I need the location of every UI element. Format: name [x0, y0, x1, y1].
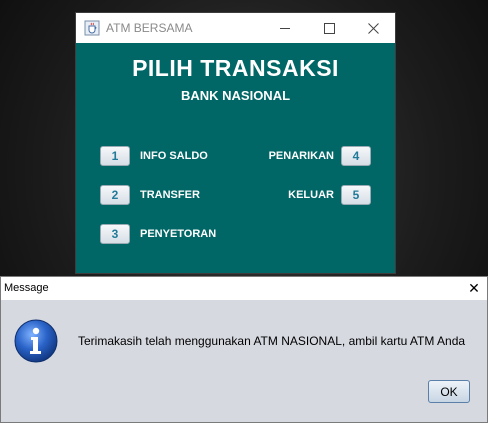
dialog-title: Message: [4, 282, 49, 294]
atm-titlebar[interactable]: ATM BERSAMA: [76, 13, 395, 43]
close-icon: ✕: [468, 280, 480, 296]
option-3-label: PENYETORAN: [140, 228, 217, 240]
ok-button[interactable]: OK: [428, 380, 470, 403]
option-1-button[interactable]: 1: [100, 146, 130, 166]
dialog-titlebar[interactable]: Message ✕: [1, 277, 487, 300]
close-button[interactable]: [351, 13, 395, 43]
maximize-button[interactable]: [307, 13, 351, 43]
message-dialog: Message ✕ Terimakasih telah menggunakan …: [0, 276, 488, 423]
page-title: PILIH TRANSAKSI: [132, 55, 339, 81]
option-5-button[interactable]: 5: [341, 185, 371, 205]
bank-name: BANK NASIONAL: [180, 88, 291, 103]
dialog-close-button[interactable]: ✕: [463, 277, 485, 300]
atm-window: ATM BERSAMA PILIH TRANSAKSI BANK NASIONA…: [75, 12, 396, 274]
java-cup-icon: [84, 20, 100, 36]
info-icon: [13, 318, 59, 364]
option-1-label: INFO SALDO: [140, 150, 208, 162]
option-4-button[interactable]: 4: [341, 146, 371, 166]
atm-content: PILIH TRANSAKSI BANK NASIONAL 1 INFO SAL…: [76, 43, 395, 273]
option-2-button[interactable]: 2: [100, 185, 130, 205]
option-2-label: TRANSFER: [140, 189, 200, 201]
maximize-icon: [323, 22, 335, 34]
close-icon: [367, 22, 379, 34]
option-3-button[interactable]: 3: [100, 224, 130, 244]
dialog-message: Terimakasih telah menggunakan ATM NASION…: [78, 334, 466, 348]
minimize-button[interactable]: [263, 13, 307, 43]
window-title: ATM BERSAMA: [106, 21, 193, 35]
option-5-label: KELUAR: [288, 189, 334, 201]
minimize-icon: [280, 27, 290, 29]
option-4-label: PENARIKAN: [268, 150, 334, 162]
